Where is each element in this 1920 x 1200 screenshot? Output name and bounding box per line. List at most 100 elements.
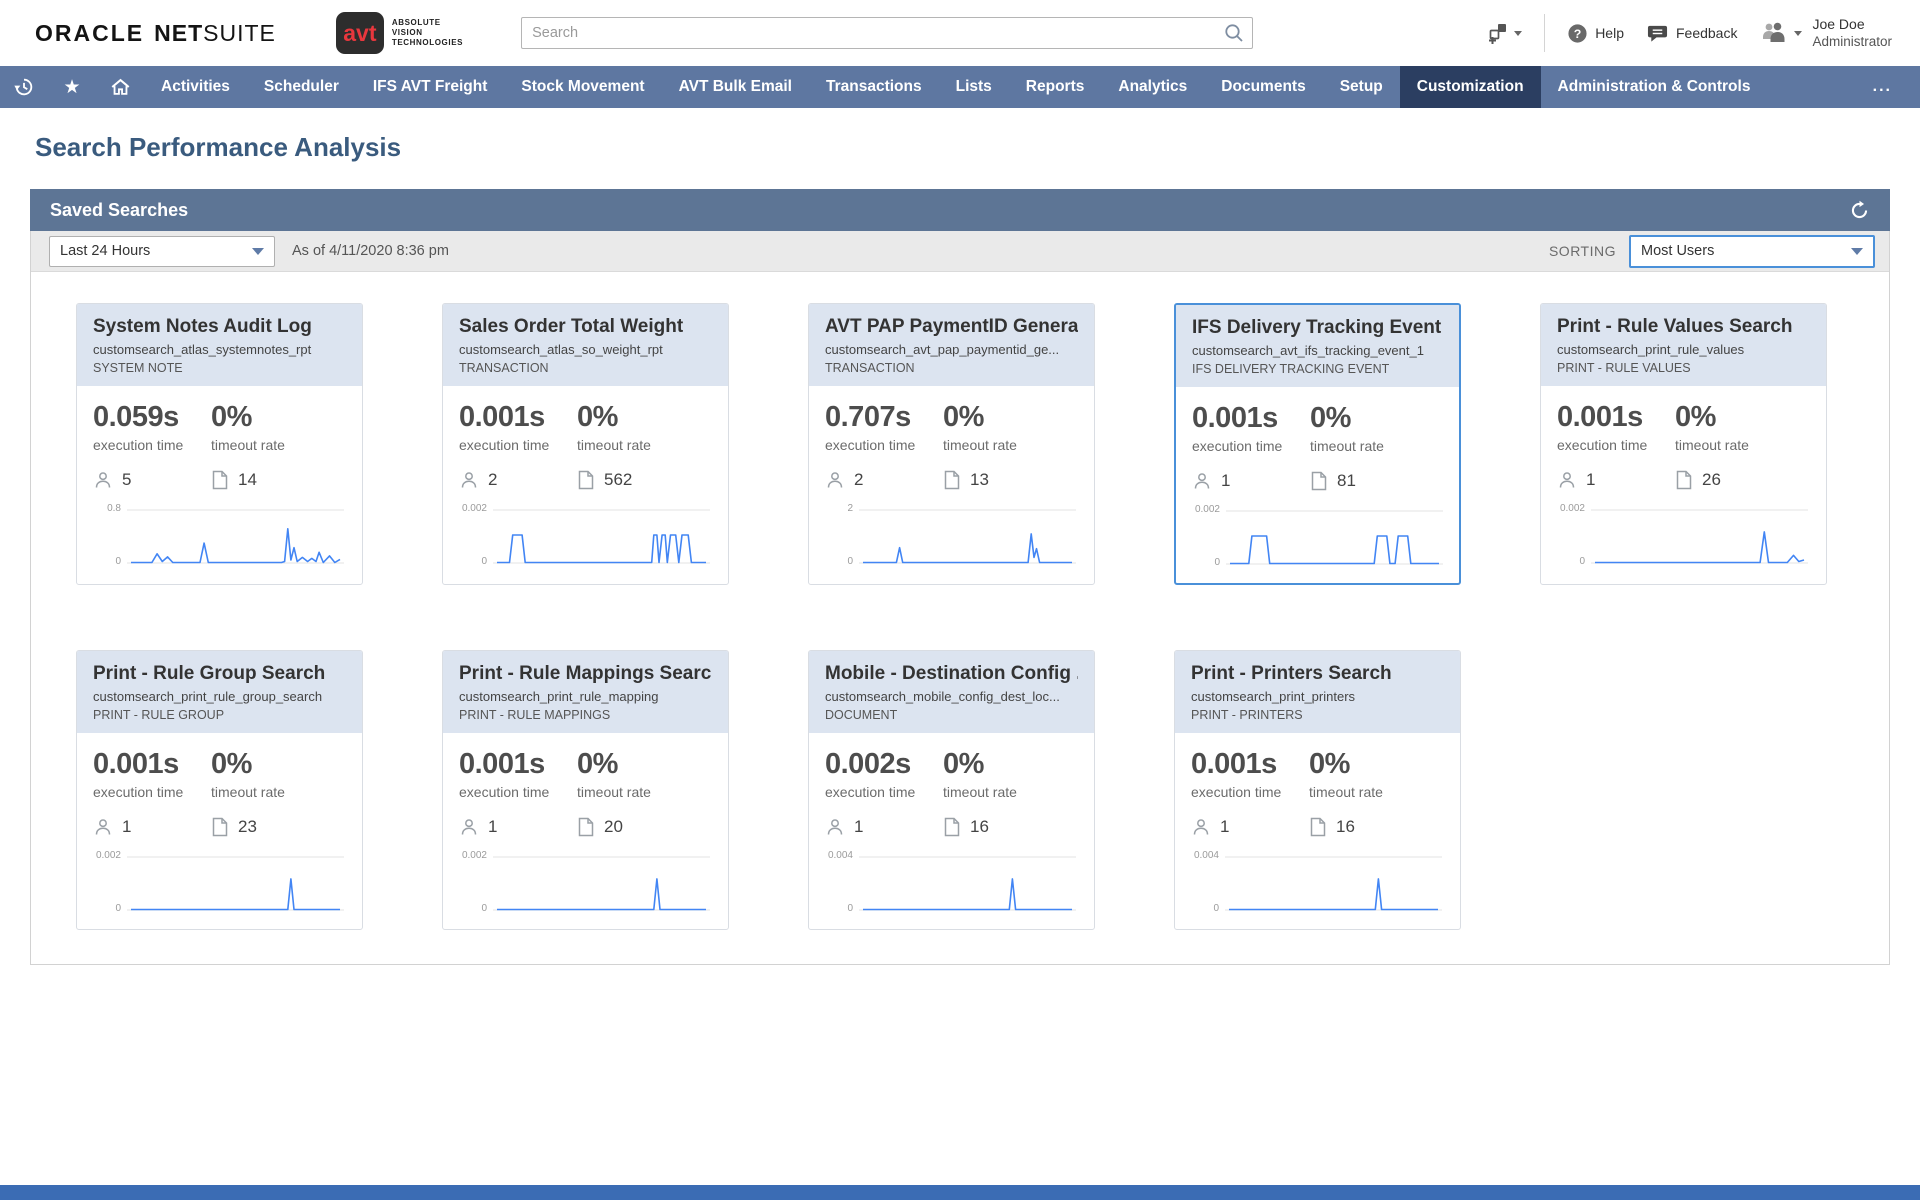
header-divider [1544, 14, 1545, 52]
nav-tab-stock-movement[interactable]: Stock Movement [504, 66, 661, 108]
users-count-value: 1 [122, 817, 131, 837]
search-script-id: customsearch_print_rule_values [1557, 342, 1810, 357]
saved-search-card-4[interactable]: IFS Delivery Tracking Event ... customse… [1174, 303, 1461, 585]
nav-tab-scheduler[interactable]: Scheduler [247, 66, 356, 108]
records-count: 23 [211, 817, 346, 837]
nav-tab-customization[interactable]: Customization [1400, 66, 1541, 108]
saved-search-card-7[interactable]: Print - Rule Mappings Search customsearc… [442, 650, 729, 930]
nav-tab-analytics[interactable]: Analytics [1101, 66, 1204, 108]
feedback-label: Feedback [1676, 25, 1737, 41]
saved-search-card-6[interactable]: Print - Rule Group Search customsearch_p… [76, 650, 363, 930]
card-metrics: 0.001s execution time 0% timeout rate [459, 401, 712, 453]
user-count-icon [93, 470, 113, 490]
sparkline-ymax-label: 0.004 [1191, 850, 1219, 861]
period-select[interactable]: Last 24 Hours [49, 236, 275, 267]
shortcuts-button[interactable]: ★ [48, 66, 96, 108]
chevron-down-icon [1851, 248, 1863, 255]
saved-searches-panel: Saved Searches Last 24 Hours As of 4/11/… [30, 189, 1890, 965]
card-metrics: 0.707s execution time 0% timeout rate [825, 401, 1078, 453]
sparkline-ymin-label: 0 [825, 903, 853, 914]
refresh-icon [1849, 200, 1870, 221]
search-title: Print - Rule Group Search [93, 663, 346, 685]
saved-search-card-3[interactable]: AVT PAP PaymentID Genera... customsearch… [808, 303, 1095, 585]
nav-overflow-button[interactable]: ... [1845, 66, 1920, 108]
saved-search-card-9[interactable]: Print - Printers Search customsearch_pri… [1174, 650, 1461, 930]
users-count-value: 2 [854, 470, 863, 490]
timeout-rate-label: timeout rate [943, 784, 1078, 800]
nav-tab-ifs-avt-freight[interactable]: IFS AVT Freight [356, 66, 505, 108]
users-count: 1 [825, 817, 943, 837]
users-count: 2 [825, 470, 943, 490]
card-header: Print - Rule Group Search customsearch_p… [77, 651, 362, 733]
nav-tab-reports[interactable]: Reports [1009, 66, 1102, 108]
nav-tab-setup[interactable]: Setup [1323, 66, 1400, 108]
execution-time-label: execution time [93, 437, 211, 453]
user-menu[interactable]: Joe Doe Administrator [1759, 16, 1892, 50]
card-counts: 1 16 [825, 817, 1078, 837]
top-header: ORACLENETSUITE avt ABSOLUTE VISION TECHN… [0, 0, 1920, 66]
execution-time-metric: 0.707s execution time [825, 401, 943, 453]
timeout-rate-value: 0% [1310, 402, 1443, 435]
card-body: 0.001s execution time 0% timeout rate 1 … [1176, 387, 1459, 583]
search-icon[interactable] [1223, 22, 1245, 49]
panel-title: Saved Searches [50, 200, 188, 221]
execution-time-value: 0.001s [1191, 748, 1309, 781]
card-body: 0.001s execution time 0% timeout rate 1 … [77, 733, 362, 929]
home-button[interactable] [96, 66, 144, 108]
user-info: Joe Doe Administrator [1812, 16, 1892, 50]
saved-search-card-1[interactable]: System Notes Audit Log customsearch_atla… [76, 303, 363, 585]
card-body: 0.001s execution time 0% timeout rate 1 … [1175, 733, 1460, 929]
records-count: 26 [1675, 470, 1810, 490]
cards-row-2: Print - Rule Group Search customsearch_p… [31, 585, 1889, 930]
user-count-icon [459, 817, 479, 837]
execution-time-label: execution time [93, 784, 211, 800]
execution-time-label: execution time [825, 437, 943, 453]
search-script-id: customsearch_atlas_so_weight_rpt [459, 342, 712, 357]
footer-bar [0, 1185, 1920, 1200]
search-input[interactable] [521, 17, 1253, 49]
sparkline-svg [825, 498, 1080, 576]
search-title: AVT PAP PaymentID Genera... [825, 316, 1078, 338]
card-metrics: 0.059s execution time 0% timeout rate [93, 401, 346, 453]
card-header: Print - Rule Mappings Search customsearc… [443, 651, 728, 733]
header-actions: ? Help Feedback Joe Doe Administrator [1465, 14, 1920, 52]
execution-time-metric: 0.001s execution time [459, 748, 577, 800]
sparkline-ymax-label: 0.8 [93, 503, 121, 514]
feedback-button[interactable]: Feedback [1646, 23, 1737, 44]
saved-search-card-2[interactable]: Sales Order Total Weight customsearch_at… [442, 303, 729, 585]
page-title: Search Performance Analysis [35, 132, 1920, 163]
records-count: 16 [943, 817, 1078, 837]
timeout-rate-metric: 0% timeout rate [943, 401, 1078, 453]
create-new-menu[interactable] [1487, 22, 1522, 44]
sorting-label: SORTING [1549, 243, 1616, 259]
nav-tab-transactions[interactable]: Transactions [809, 66, 939, 108]
help-button[interactable]: ? Help [1567, 23, 1624, 44]
search-script-id: customsearch_print_rule_mapping [459, 689, 712, 704]
refresh-button[interactable] [1849, 200, 1870, 221]
card-metrics: 0.001s execution time 0% timeout rate [1191, 748, 1444, 800]
timeout-rate-metric: 0% timeout rate [1309, 748, 1444, 800]
search-record-type: PRINT - RULE VALUES [1557, 361, 1810, 375]
execution-time-value: 0.707s [825, 401, 943, 434]
user-count-icon [825, 817, 845, 837]
help-label: Help [1595, 25, 1624, 41]
sorting-select[interactable]: Most Users [1629, 235, 1875, 268]
timeout-rate-metric: 0% timeout rate [211, 401, 346, 453]
nav-tab-lists[interactable]: Lists [939, 66, 1009, 108]
nav-tab-administration-controls[interactable]: Administration & Controls [1541, 66, 1768, 108]
card-header: Sales Order Total Weight customsearch_at… [443, 304, 728, 386]
sparkline-chart: 0.8 0 [93, 498, 346, 576]
execution-time-metric: 0.001s execution time [1557, 401, 1675, 453]
nav-tab-activities[interactable]: Activities [144, 66, 247, 108]
card-body: 0.001s execution time 0% timeout rate 1 … [443, 733, 728, 929]
saved-search-card-8[interactable]: Mobile - Destination Config ... customse… [808, 650, 1095, 930]
users-count-value: 1 [1221, 471, 1230, 491]
nav-tab-documents[interactable]: Documents [1204, 66, 1322, 108]
timeout-rate-metric: 0% timeout rate [943, 748, 1078, 800]
timeout-rate-value: 0% [1309, 748, 1444, 781]
search-record-type: DOCUMENT [825, 708, 1078, 722]
nav-tab-avt-bulk-email[interactable]: AVT Bulk Email [662, 66, 809, 108]
records-count: 13 [943, 470, 1078, 490]
saved-search-card-5[interactable]: Print - Rule Values Search customsearch_… [1540, 303, 1827, 585]
recent-records-button[interactable] [0, 66, 48, 108]
